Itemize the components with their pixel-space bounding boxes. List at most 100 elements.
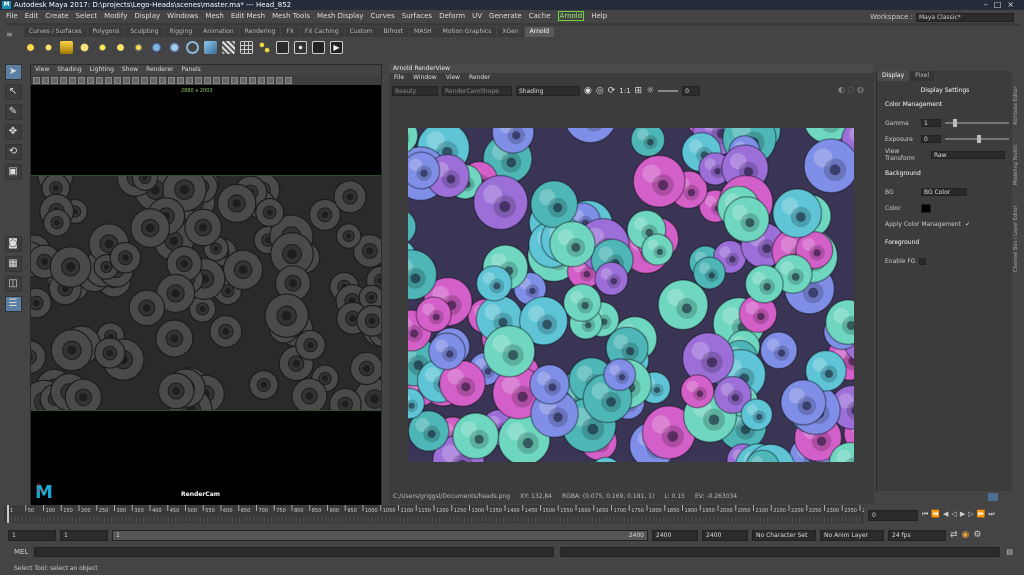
exposure-slider[interactable] [658, 90, 679, 92]
isolate-icon[interactable] [231, 76, 238, 84]
field-chart-icon[interactable] [114, 76, 121, 84]
menu-select[interactable]: Select [76, 12, 98, 20]
viewport-scene[interactable] [31, 175, 381, 411]
playback-start-field[interactable]: 1 [60, 529, 108, 541]
tab-rigging[interactable]: Rigging [164, 27, 198, 37]
auto-key-icon[interactable]: ◉ [962, 530, 970, 540]
tab-custom[interactable]: Custom [344, 27, 378, 37]
light-portal-icon[interactable] [132, 40, 145, 54]
shader-icon[interactable] [294, 40, 307, 54]
exposure-field[interactable]: 0 [921, 135, 941, 143]
shading-dropdown[interactable]: Shading [516, 86, 580, 96]
side-tab-channel-box[interactable]: Channel Box / Layer Editor [1013, 205, 1023, 272]
go-to-start-icon[interactable]: ⏮ [922, 510, 928, 519]
image-plane-icon[interactable] [51, 76, 58, 84]
menu-uv[interactable]: UV [472, 12, 482, 20]
step-forward-key-icon[interactable]: ⏩ [977, 510, 986, 518]
exposure-icon[interactable] [267, 76, 274, 84]
xray-components-icon[interactable] [258, 76, 265, 84]
preferences-icon[interactable]: ⚙ [973, 530, 981, 540]
menu-surfaces[interactable]: Surfaces [402, 12, 432, 20]
camera-dropdown[interactable]: RenderCamShape [442, 86, 512, 96]
view-transform-dropdown[interactable]: Raw [931, 151, 1005, 159]
mel-label[interactable]: MEL [14, 548, 28, 556]
tab-polygons[interactable]: Polygons [87, 27, 125, 37]
select-tool-icon[interactable]: ➤ [4, 64, 22, 80]
xray-joints-icon[interactable] [249, 76, 256, 84]
mel-input[interactable] [34, 547, 555, 557]
menu-modify[interactable]: Modify [104, 12, 127, 20]
film-gate-icon[interactable] [87, 76, 94, 84]
play-back-icon[interactable]: ◁ [951, 510, 956, 518]
workspace-dropdown[interactable]: Maya Classic* [916, 12, 1014, 22]
cube-icon[interactable] [204, 40, 217, 54]
start-time-field[interactable]: 1 [8, 529, 56, 541]
bookmark-icon[interactable] [42, 76, 49, 84]
motion-blur-icon[interactable] [204, 76, 211, 84]
tab-fx-caching[interactable]: FX Caching [299, 27, 344, 37]
ao-icon[interactable] [195, 76, 202, 84]
time-slider[interactable]: 1 50 100 150 200 250 300 350 400 450 500 550 600 650 7… [4, 505, 864, 523]
scale-tool-icon[interactable]: ▣ [4, 164, 22, 180]
viewport-menu-panels[interactable]: Panels [181, 65, 200, 75]
crop-region-icon[interactable]: ⊞ [635, 86, 643, 96]
outliner-layout-icon[interactable]: ☰ [4, 296, 22, 312]
tab-fx[interactable]: FX [281, 27, 299, 37]
safe-title-icon[interactable] [132, 76, 139, 84]
safe-action-icon[interactable] [123, 76, 130, 84]
toggle-panel-icon[interactable] [988, 493, 998, 501]
camera-attrs-icon[interactable] [33, 76, 40, 84]
move-tool-icon[interactable]: ✥ [4, 124, 22, 140]
rv-menu-render[interactable]: Render [469, 73, 490, 83]
stop-render-icon[interactable]: ◉ [584, 86, 592, 96]
tab-bifrost[interactable]: Bifrost [378, 27, 409, 37]
menu-edit[interactable]: Edit [25, 12, 39, 20]
current-frame-marker[interactable] [7, 505, 9, 523]
two-view-layout-icon[interactable]: ◫ [4, 276, 22, 292]
gamma-icon[interactable] [276, 76, 283, 84]
menu-help[interactable]: Help [591, 12, 607, 20]
tab-xgen[interactable]: XGen [497, 27, 524, 37]
volume-icon[interactable] [168, 40, 181, 54]
gamma-field[interactable]: 1 [921, 119, 941, 127]
smooth-shade-icon[interactable] [150, 76, 157, 84]
skydome-light-icon[interactable] [78, 40, 91, 54]
aov-dropdown[interactable]: Beauty [392, 86, 438, 96]
photometric-light-icon[interactable] [96, 40, 109, 54]
render-setup-icon[interactable] [276, 40, 289, 54]
tab-sculpting[interactable]: Sculpting [125, 27, 164, 37]
step-back-key-icon[interactable]: ⏪ [931, 510, 940, 518]
grease-pencil-icon[interactable] [69, 76, 76, 84]
tab-arnold[interactable]: Arnold [524, 27, 555, 37]
window-controls[interactable]: –□× [984, 0, 1020, 10]
grid-toggle-icon[interactable] [78, 76, 85, 84]
viewport-panel[interactable]: View Shading Lighting Show Renderer Pane… [30, 64, 382, 509]
play-forward-icon[interactable]: ▶ [960, 510, 965, 518]
grid-icon[interactable] [240, 40, 253, 54]
menu-arnold[interactable]: Arnold [557, 11, 585, 21]
apply-cm-checkbox[interactable]: ✓ [965, 221, 970, 228]
xray-icon[interactable] [240, 76, 247, 84]
shelf-menu-icon[interactable]: ≡ [6, 30, 20, 40]
side-tab-modeling-toolkit[interactable]: Modeling Toolkit [1013, 145, 1023, 185]
uv-checker-icon[interactable] [222, 40, 235, 54]
current-frame-value[interactable]: 0 [868, 510, 918, 521]
default-material-icon[interactable] [159, 76, 166, 84]
current-frame-field[interactable]: 0 [868, 510, 918, 521]
enable-fg-checkbox[interactable] [919, 257, 927, 265]
tab-rendering[interactable]: Rendering [239, 27, 281, 37]
shadows-icon[interactable] [186, 76, 193, 84]
scatter-icon[interactable] [258, 40, 271, 54]
four-view-layout-icon[interactable]: ▦ [4, 256, 22, 272]
zoom-ratio[interactable]: 1:1 [619, 87, 630, 95]
render-view-icon[interactable] [312, 40, 325, 54]
menu-display[interactable]: Display [134, 12, 160, 20]
character-set-dropdown[interactable]: No Character Set [752, 529, 816, 541]
rv-menu-view[interactable]: View [446, 73, 460, 83]
rotate-tool-icon[interactable]: ⟲ [4, 144, 22, 160]
gamma-slider[interactable] [945, 119, 1009, 127]
menu-mesh[interactable]: Mesh [205, 12, 223, 20]
step-back-frame-icon[interactable]: ◀ [943, 510, 948, 518]
lasso-tool-icon[interactable]: ↖ [4, 84, 22, 100]
menu-create[interactable]: Create [45, 12, 68, 20]
